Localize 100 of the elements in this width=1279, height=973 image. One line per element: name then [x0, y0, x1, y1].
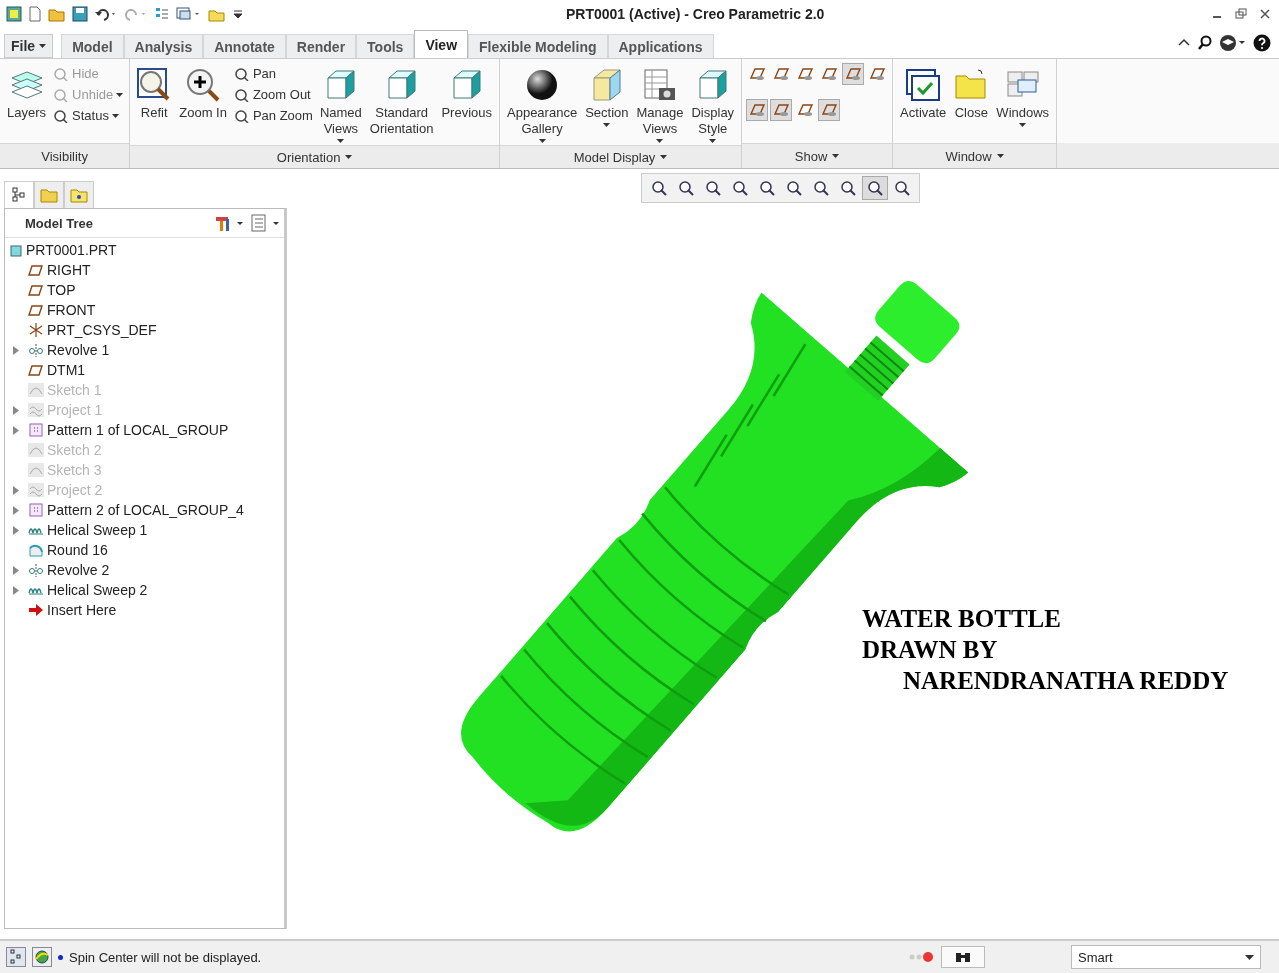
- status-lights-icon: [909, 951, 935, 963]
- ribbon-button[interactable]: Close: [951, 63, 992, 123]
- sketch-icon: [28, 383, 44, 397]
- tree-item[interactable]: Round 16: [5, 540, 284, 560]
- view-toolbar-button[interactable]: [862, 176, 888, 200]
- ribbon-tab[interactable]: Model: [61, 34, 124, 58]
- tree-item[interactable]: PRT_CSYS_DEF: [5, 320, 284, 340]
- ribbon-button[interactable]: Refit: [134, 63, 175, 123]
- restore-icon[interactable]: [1233, 7, 1249, 21]
- caret-icon: [656, 139, 664, 143]
- magnifier-icon: [893, 179, 911, 197]
- display-toggle[interactable]: [770, 99, 793, 121]
- search-icon[interactable]: [1197, 35, 1213, 51]
- tree-item[interactable]: RIGHT: [5, 260, 284, 280]
- ribbon-button[interactable]: Named Views: [316, 63, 365, 145]
- ribbon-tab[interactable]: Analysis: [123, 34, 204, 58]
- revolve-icon: [28, 343, 44, 357]
- datum-display-icon: [772, 66, 791, 82]
- windows-icon[interactable]: [176, 6, 202, 22]
- group-label: Visibility: [41, 148, 88, 164]
- ribbon-button[interactable]: Pan Zoom: [231, 107, 315, 124]
- find-button[interactable]: [941, 946, 985, 968]
- sphere-icon: [525, 68, 560, 102]
- ribbon-tab[interactable]: Flexible Modeling: [468, 34, 608, 58]
- ribbon-button[interactable]: Pan: [231, 65, 315, 82]
- datum-display-icon: [844, 66, 863, 82]
- window-title: PRT0001 (Active) - Creo Parametric 2.0: [566, 6, 826, 22]
- annotation-text: DRAWN BY: [862, 635, 998, 665]
- sketch-icon: [28, 463, 44, 477]
- file-menu[interactable]: File: [4, 34, 54, 58]
- magnifier-icon: [758, 179, 776, 197]
- selection-filter-dropdown[interactable]: Smart: [1071, 945, 1261, 969]
- caret-icon: [709, 139, 717, 143]
- ribbon-tab[interactable]: View: [414, 30, 469, 58]
- ribbon-button[interactable]: Zoom In: [176, 63, 230, 123]
- zoom-window-icon: [233, 108, 250, 123]
- caret-icon: [39, 44, 47, 48]
- display-toggle[interactable]: [842, 63, 865, 85]
- magnifier-icon: [704, 179, 722, 197]
- caret-icon: [832, 154, 840, 158]
- tree-item[interactable]: PRT0001.PRT: [5, 240, 284, 260]
- tree-item[interactable]: FRONT: [5, 300, 284, 320]
- browser-globe-icon[interactable]: [32, 947, 52, 967]
- coordinate-system-icon: [28, 322, 44, 338]
- tree-item[interactable]: Revolve 2: [5, 560, 284, 580]
- group-label[interactable]: Show: [794, 148, 840, 164]
- folder-icon: [954, 68, 989, 102]
- model-tree-tab[interactable]: [4, 181, 34, 208]
- tree-item[interactable]: Helical Sweep 1: [5, 520, 284, 540]
- undo-icon[interactable]: [94, 6, 118, 22]
- tree-item[interactable]: Pattern 1 of LOCAL_GROUP: [5, 420, 284, 440]
- ribbon-button[interactable]: Standard Orientation: [366, 63, 437, 139]
- datum-display-icon: [772, 102, 791, 118]
- annotation-text: NARENDRANATHA REDDY: [903, 666, 1229, 696]
- display-toggle[interactable]: [746, 99, 769, 121]
- group-label[interactable]: Orientation: [276, 149, 353, 165]
- datum-plane-icon: [28, 263, 44, 277]
- model-tree-toggle-icon[interactable]: [6, 947, 26, 967]
- display-toggle[interactable]: [818, 99, 841, 121]
- ribbon-button[interactable]: Section: [582, 63, 632, 129]
- tree-item[interactable]: DTM1: [5, 360, 284, 380]
- datum-display-icon: [748, 102, 767, 118]
- new-file-icon[interactable]: [28, 6, 42, 22]
- ribbon-button[interactable]: Zoom Out: [231, 86, 315, 103]
- ribbon-button[interactable]: Status: [51, 107, 126, 124]
- ribbon-tab[interactable]: Render: [285, 34, 357, 58]
- tree-item[interactable]: Helical Sweep 2: [5, 580, 284, 600]
- tree-item[interactable]: TOP: [5, 280, 284, 300]
- pattern-icon: [28, 503, 44, 517]
- tools-icon[interactable]: [214, 214, 244, 232]
- datum-display-icon: [820, 102, 839, 118]
- ribbon-tab[interactable]: Applications: [607, 34, 714, 58]
- ribbon-tab[interactable]: Tools: [356, 34, 415, 58]
- annotation-text: WATER BOTTLE: [862, 604, 1061, 634]
- ribbon-button[interactable]: Previous: [438, 63, 495, 123]
- tree-item[interactable]: Revolve 1: [5, 340, 284, 360]
- list-settings-icon[interactable]: [250, 214, 280, 232]
- expand-arrow-icon[interactable]: [13, 345, 19, 355]
- ribbon-tab[interactable]: Annotate: [203, 34, 286, 58]
- ribbon-button[interactable]: Manage Views: [633, 63, 687, 145]
- ribbon-button[interactable]: Windows: [993, 63, 1053, 129]
- caret-icon: [116, 92, 124, 97]
- ribbon-button[interactable]: Activate: [897, 63, 950, 123]
- projected-curve-icon: [28, 403, 44, 417]
- magnifier-icon: [731, 179, 749, 197]
- sketch-icon: [28, 443, 44, 457]
- ribbon-button[interactable]: Layers: [4, 63, 50, 123]
- ribbon-button[interactable]: Display Style: [688, 63, 738, 145]
- help-icon[interactable]: [1253, 34, 1271, 52]
- tree-item[interactable]: Pattern 2 of LOCAL_GROUP_4: [5, 500, 284, 520]
- save-icon[interactable]: [72, 6, 88, 22]
- folder-icon[interactable]: [48, 6, 66, 22]
- close-icon[interactable]: [1257, 7, 1273, 21]
- folder-icon: [70, 187, 88, 203]
- datum-display-icon: [796, 66, 815, 82]
- caret-icon: [345, 155, 353, 159]
- tree-item[interactable]: Insert Here: [5, 600, 284, 620]
- magnifier-icon: [677, 179, 695, 197]
- ribbon-button[interactable]: Appearance Gallery: [504, 63, 581, 145]
- magnifier-icon: [812, 179, 830, 197]
